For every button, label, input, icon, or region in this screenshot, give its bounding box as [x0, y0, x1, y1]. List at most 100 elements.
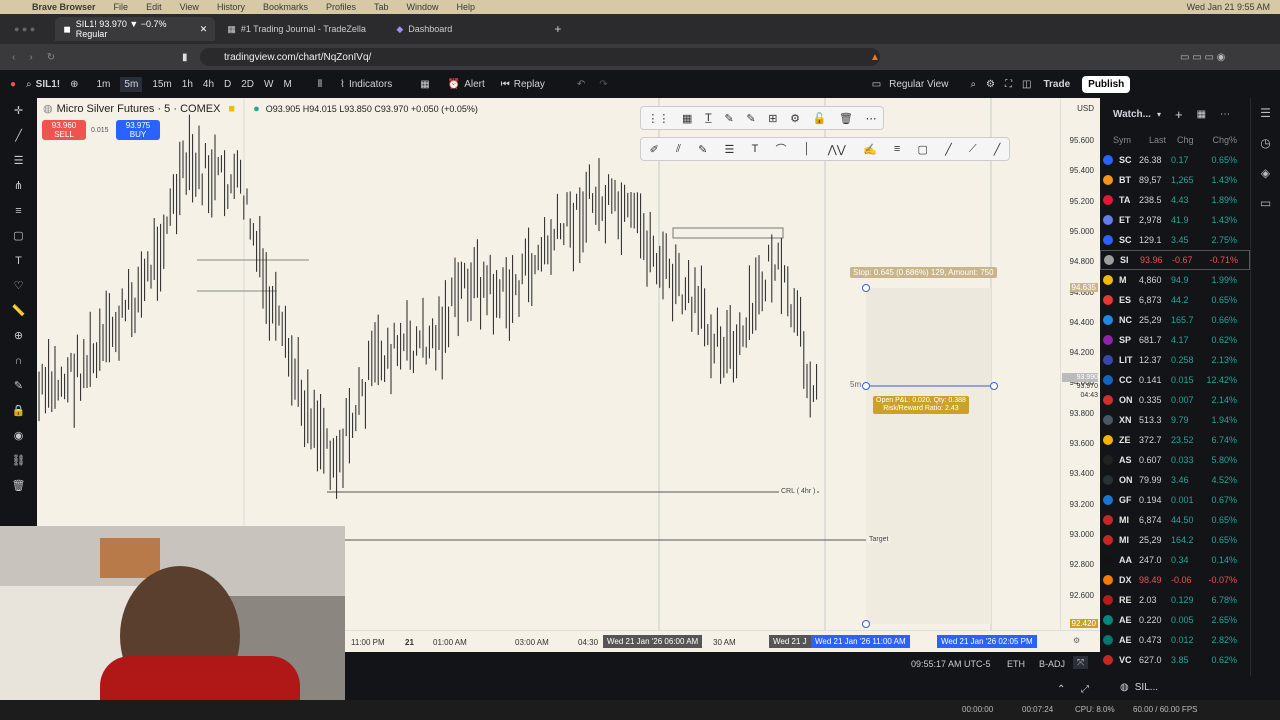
more-icon[interactable]: ⋯ — [866, 112, 877, 125]
watchlist-row[interactable]: ES 6,873 44.2 0.65% — [1100, 290, 1250, 310]
watchlist-icon[interactable]: ☰ — [1251, 98, 1280, 128]
browser-tab-tradezella[interactable]: ▦ #1 Trading Journal - TradeZella — [219, 17, 384, 41]
watchlist-row[interactable]: SP 681.7 4.17 0.62% — [1100, 330, 1250, 350]
ruler-icon[interactable]: 📏 — [0, 298, 37, 323]
settings-panel-icon[interactable]: ⊞ — [768, 112, 777, 125]
path-icon[interactable]: ⋀⋁ — [828, 143, 846, 156]
pnl-label[interactable]: Open P&L: 0.020, Qty: 0.388 Risk/Reward … — [873, 396, 969, 414]
menu-view[interactable]: View — [180, 2, 199, 12]
window-controls[interactable]: ● ● ● — [14, 24, 35, 34]
session-selector[interactable]: Regular View — [889, 79, 948, 90]
interval-w[interactable]: W — [264, 79, 273, 90]
drag-handle-icon[interactable]: ⋮⋮ — [647, 112, 669, 125]
new-tab-icon[interactable]: + — [554, 22, 561, 36]
session-toggle[interactable]: ETH — [1007, 659, 1025, 669]
search-icon[interactable]: ⌕ — [970, 79, 976, 90]
watchlist-row[interactable]: TA 238.5 4.43 1.89% — [1100, 190, 1250, 210]
layout-icon[interactable]: ▦ — [1197, 109, 1206, 120]
watchlist-row[interactable]: M 4,860 94.9 1.99% — [1100, 270, 1250, 290]
expand-icon[interactable]: ⤧ — [1073, 656, 1089, 669]
watchlist-row[interactable]: DX 98.49 -0.06 -0.07% — [1100, 570, 1250, 590]
ray-icon[interactable]: ╱ — [945, 143, 952, 156]
rectangle-icon[interactable]: ▢ — [0, 223, 37, 248]
menu-edit[interactable]: Edit — [146, 2, 162, 12]
watchlist-row[interactable]: SI 93.96 -0.67 -0.71% — [1100, 250, 1250, 270]
back-icon[interactable]: ‹ — [12, 52, 15, 63]
fib-retracement-icon[interactable]: ☰ — [725, 143, 735, 156]
currency-label[interactable]: USD — [1077, 104, 1094, 113]
settings-icon[interactable]: ⚙ — [986, 79, 995, 90]
pen-icon[interactable]: ✎ — [698, 143, 707, 156]
text-icon[interactable]: T — [0, 248, 37, 273]
gear-icon[interactable]: ⚙ — [790, 112, 800, 125]
horizontal-lines-icon[interactable]: ☰ — [0, 148, 37, 173]
indicators-button[interactable]: Indicators — [349, 79, 392, 90]
watchlist-row[interactable]: AS 0.607 0.033 5.80% — [1100, 450, 1250, 470]
watchlist-row[interactable]: RE 2.03 0.129 6.78% — [1100, 590, 1250, 610]
watchlist-row[interactable]: AA 247.0 0.34 0.14% — [1100, 550, 1250, 570]
text-tool-icon[interactable]: T — [752, 143, 759, 155]
lock-icon[interactable]: 🔒 — [0, 398, 37, 423]
watchlist-row[interactable]: MI 6,874 44.50 0.65% — [1100, 510, 1250, 530]
extensions-icon[interactable]: ▭ ▭ ▭ ◉ — [1180, 52, 1225, 63]
footer-symbol[interactable]: SIL... — [1135, 682, 1158, 693]
stop-label[interactable]: Stop: 0.645 (0.686%) 129, Amount: 750 — [850, 267, 997, 278]
interval-2d[interactable]: 2D — [241, 79, 254, 90]
layout-icon[interactable]: ▦ — [420, 79, 429, 90]
trendline-tool-icon[interactable]: ╱ — [994, 143, 1001, 156]
fib-icon[interactable]: ≡ — [0, 198, 37, 223]
session-icon[interactable]: ▭ — [872, 79, 881, 90]
time-axis[interactable]: 11:00 PM 21 01:00 AM 03:00 AM 04:30 Wed … — [345, 630, 1100, 652]
interval-1m[interactable]: 1m — [97, 79, 111, 90]
menu-file[interactable]: File — [114, 2, 129, 12]
delete-icon[interactable]: 🗑 — [839, 112, 853, 125]
magnet-icon[interactable]: ∩ — [0, 348, 37, 373]
alerts-clock-icon[interactable]: ◷ — [1251, 128, 1280, 158]
highlighter-icon[interactable]: ✍ — [863, 143, 877, 156]
menu-profiles[interactable]: Profiles — [326, 2, 356, 12]
more-icon[interactable]: ⋯ — [1220, 109, 1230, 120]
publish-button[interactable]: Publish — [1082, 75, 1131, 93]
fullscreen-icon[interactable]: ⛶ — [1005, 79, 1012, 90]
menu-tab[interactable]: Tab — [374, 2, 389, 12]
interval-m[interactable]: M — [284, 79, 292, 90]
data-window-icon[interactable]: ◈ — [1251, 158, 1280, 188]
symbol-search[interactable]: SIL1! — [36, 79, 60, 90]
parallel-channel-icon[interactable]: ⫽ — [676, 143, 681, 156]
brush-icon[interactable]: ✐ — [650, 143, 659, 156]
symbol-search-icon[interactable]: ⌕ — [26, 79, 32, 90]
buy-button[interactable]: 93.975 BUY — [116, 120, 160, 140]
price-axis[interactable]: USD 95.600 95.400 95.200 95.000 94.800 94.600… — [1060, 98, 1100, 630]
watchlist-row[interactable]: VC 627.0 3.85 0.62% — [1100, 650, 1250, 670]
axis-settings-icon[interactable]: ⚙ — [1073, 636, 1080, 645]
alert-button[interactable]: Alert — [464, 79, 485, 90]
undo-icon[interactable]: ↶ — [577, 79, 585, 90]
watchlist-row[interactable]: AE 0.220 0.005 2.65% — [1100, 610, 1250, 630]
sell-button[interactable]: 93.960 SELL — [42, 120, 86, 140]
alert-icon[interactable]: ⏰ — [448, 79, 460, 90]
watchlist-row[interactable]: NC 25,29 165.7 0.66% — [1100, 310, 1250, 330]
watchlist-row[interactable]: BT 89,57 1,265 1.43% — [1100, 170, 1250, 190]
cursor-icon[interactable]: ✛ — [0, 98, 37, 123]
legend-title[interactable]: Micro Silver Futures · 5 · COMEX — [57, 103, 221, 115]
collapse-icon[interactable]: ⌃ — [1057, 684, 1065, 695]
adjustment-toggle[interactable]: B-ADJ — [1039, 659, 1065, 669]
replay-icon[interactable]: ⏮ — [501, 79, 510, 90]
pencil-lock-icon[interactable]: ✎ — [0, 373, 37, 398]
col-last[interactable]: Last — [1149, 135, 1177, 145]
watchlist-row[interactable]: ON 0.335 0.007 2.14% — [1100, 390, 1250, 410]
eye-icon[interactable]: ◉ — [0, 423, 37, 448]
interval-d[interactable]: D — [224, 79, 231, 90]
redo-icon[interactable]: ↷ — [599, 79, 607, 90]
watchlist-row[interactable]: MI 25,29 164.2 0.65% — [1100, 530, 1250, 550]
maximize-icon[interactable]: ⤢ — [1081, 684, 1089, 695]
rectangle-tool-icon[interactable]: ▢ — [917, 143, 927, 156]
add-symbol-icon[interactable]: + — [1175, 107, 1183, 122]
compare-icon[interactable]: ⊕ — [70, 79, 78, 90]
tv-logo-icon[interactable]: ● — [10, 79, 16, 90]
close-tab-icon[interactable]: ✕ — [200, 24, 208, 35]
menu-bookmarks[interactable]: Bookmarks — [263, 2, 308, 12]
line-color-icon[interactable]: ✎ — [746, 112, 755, 125]
watchlist-row[interactable]: CC 0.141 0.015 12.42% — [1100, 370, 1250, 390]
watchlist-row[interactable]: XN 513.3 9.79 1.94% — [1100, 410, 1250, 430]
